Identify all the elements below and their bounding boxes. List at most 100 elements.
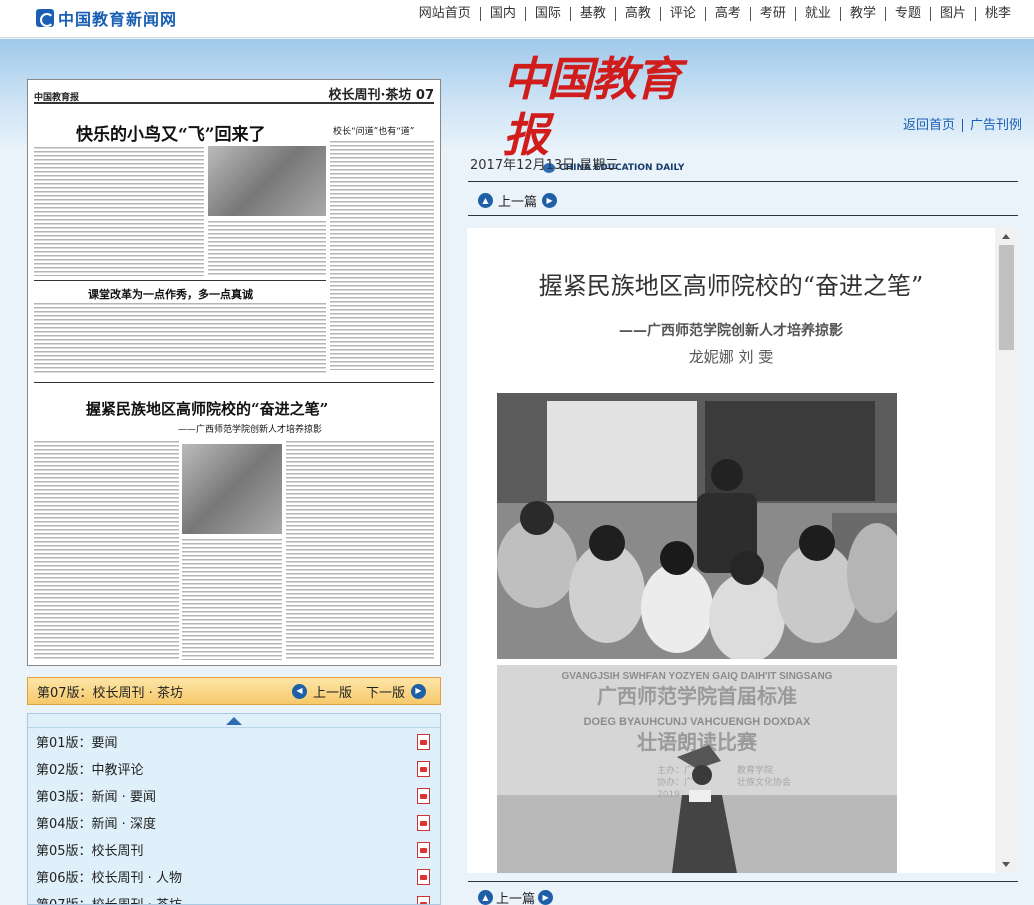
article-content: 握紧民族地区高师院校的“奋进之笔” ——广西师范学院创新人才培养掠影 龙妮娜 刘… — [467, 228, 1018, 873]
site-name: 中国教育新闻网 — [58, 10, 178, 29]
nav-item[interactable]: 桃李 — [976, 7, 1020, 21]
version-list-label[interactable]: 第07版：校长周刊 · 茶坊 — [36, 894, 417, 904]
version-list: 第01版：要闻 第02版：中教评论 第03版：新闻 · 要闻 第04版：新闻 · 深度… — [27, 713, 441, 905]
page-image-headline-1[interactable]: 快乐的小鸟又“飞”回来了 — [76, 120, 266, 145]
banner-line-8: 壮族文化协会 — [737, 776, 791, 788]
nav-item[interactable]: 专题 — [886, 7, 931, 21]
banner-line-5: 主办：广 — [657, 764, 693, 776]
nav-item[interactable]: 网站首页 — [410, 7, 481, 21]
prev-article-link-top[interactable]: ▲ 上一篇 ▶ — [478, 191, 558, 210]
main-nav: 网站首页 国内 国际 基教 高教 评论 高考 考研 就业 教学 专题 图片 桃李 — [410, 7, 1020, 21]
collapse-list-button[interactable] — [28, 714, 440, 728]
classroom-photo-drawing — [497, 393, 897, 659]
top-bar: 中国教育新闻网 网站首页 国内 国际 基教 高教 评论 高考 考研 就业 教学 专题 图片 桃李 — [0, 0, 1034, 38]
pdf-icon[interactable] — [417, 733, 430, 750]
version-list-label[interactable]: 第03版：新闻 · 要闻 — [36, 786, 417, 805]
page-image-text-block — [208, 220, 326, 276]
ad-rates-link[interactable]: 广告刊例 — [963, 119, 1029, 132]
prev-article-label: 上一篇 — [496, 892, 536, 905]
article-subtitle: ——广西师范学院创新人才培养掠影 — [619, 323, 843, 339]
pdf-icon[interactable] — [417, 841, 430, 858]
prev-version-label: 上一版 — [312, 685, 352, 701]
page-image-text-block — [34, 440, 179, 660]
arrow-right-icon: ▶ — [542, 193, 558, 208]
nav-item[interactable]: 教学 — [841, 7, 886, 21]
page-image-text-block — [34, 302, 326, 374]
page-image-rule — [34, 280, 326, 281]
version-list-item[interactable]: 第07版：校长周刊 · 茶坊 — [28, 890, 440, 904]
nav-item[interactable]: 基教 — [571, 7, 616, 21]
pdf-icon[interactable] — [417, 787, 430, 804]
version-list-label[interactable]: 第06版：校长周刊 · 人物 — [36, 867, 417, 886]
nav-item[interactable]: 国际 — [526, 7, 571, 21]
arrow-up-icon: ▲ — [478, 890, 493, 905]
scrollbar-thumb[interactable] — [999, 245, 1014, 350]
banner-line-2: 广西师范学院首届标准 — [597, 684, 797, 708]
page-image-subhead-4: ——广西师范学院创新人才培养掠影 — [178, 425, 323, 435]
version-list-item[interactable]: 第02版：中教评论 — [28, 755, 440, 782]
stage-photo-drawing: GVANGJSIH SWHFAN YOZYEN GAIQ DAIH'IT SIN… — [497, 665, 897, 873]
version-list-label[interactable]: 第01版：要闻 — [36, 732, 417, 751]
banner-line-6: 教育学院 — [737, 764, 773, 776]
prev-article-link-bottom[interactable]: ▲ 上一篇 ▶ — [478, 888, 554, 905]
divider — [468, 215, 1018, 216]
nav-item[interactable]: 就业 — [796, 7, 841, 21]
newspaper-page-image[interactable]: 中国教育报 校长周刊·茶坊 07 快乐的小鸟又“飞”回来了 校长“问道”也有“道… — [27, 79, 441, 666]
nav-item[interactable]: 高教 — [616, 7, 661, 21]
scroll-down-icon[interactable] — [1002, 862, 1010, 867]
page-image-text-block — [34, 146, 204, 276]
site-logo-icon — [36, 9, 54, 27]
page-image-photo — [182, 444, 282, 534]
version-list-item[interactable]: 第05版：校长周刊 — [28, 836, 440, 863]
issue-date: 2017年12月13日 星期三 — [470, 158, 619, 173]
version-list-item[interactable]: 第03版：新闻 · 要闻 — [28, 782, 440, 809]
version-list-item[interactable]: 第04版：新闻 · 深度 — [28, 809, 440, 836]
page-image-headline-3[interactable]: 课堂改革为一点作秀，多一点真诚 — [88, 286, 253, 302]
nav-item[interactable]: 国内 — [481, 7, 526, 21]
nav-item[interactable]: 图片 — [931, 7, 976, 21]
nav-item[interactable]: 考研 — [751, 7, 796, 21]
article-scrollbar[interactable] — [995, 228, 1018, 873]
divider — [468, 181, 1018, 182]
next-version-button[interactable]: 下一版 ▶ — [366, 682, 426, 701]
article-title: 握紧民族地区高师院校的“奋进之笔” — [538, 272, 924, 300]
banner-line-3: DOEG BYAUHCUNJ VAHCUENGH DOXDAX — [584, 716, 811, 728]
arrow-right-icon: ▶ — [538, 890, 554, 905]
version-bar: 第07版：校长周刊 · 茶坊 ◀ 上一版 下一版 ▶ — [27, 677, 441, 705]
page-image-photo — [208, 146, 326, 216]
page-image-header-left: 中国教育报 — [34, 93, 80, 103]
scroll-up-icon[interactable] — [1002, 234, 1010, 239]
article-photo-classroom — [497, 393, 897, 659]
top-links: 返回首页 广告刊例 — [896, 119, 1029, 132]
arrow-right-icon: ▶ — [411, 683, 426, 699]
version-list-item[interactable]: 第06版：校长周刊 · 人物 — [28, 863, 440, 890]
arrow-up-icon: ▲ — [478, 193, 493, 208]
page-image-rule — [34, 382, 434, 383]
version-list-label[interactable]: 第05版：校长周刊 — [36, 840, 417, 859]
pdf-icon[interactable] — [417, 868, 430, 885]
pdf-icon[interactable] — [417, 895, 430, 904]
page-image-text-block — [182, 538, 282, 660]
nav-item[interactable]: 评论 — [661, 7, 706, 21]
divider — [468, 881, 1018, 882]
article-author: 龙妮娜 刘 雯 — [688, 348, 774, 366]
page-image-header: 中国教育报 校长周刊·茶坊 07 — [34, 84, 434, 104]
prev-version-button[interactable]: ◀ 上一版 — [291, 682, 352, 701]
version-list-item[interactable]: 第01版：要闻 — [28, 728, 440, 755]
banner-line-1: GVANGJSIH SWHFAN YOZYEN GAIQ DAIH'IT SIN… — [562, 671, 833, 682]
back-home-link[interactable]: 返回首页 — [896, 119, 964, 132]
prev-article-label: 上一篇 — [498, 195, 538, 210]
page-image-text-block — [330, 140, 434, 370]
next-version-label: 下一版 — [365, 685, 405, 701]
version-list-label[interactable]: 第04版：新闻 · 深度 — [36, 813, 417, 832]
triangle-up-icon — [226, 716, 242, 725]
pdf-icon[interactable] — [417, 760, 430, 777]
site-logo[interactable]: 中国教育新闻网 — [36, 6, 177, 30]
version-list-label[interactable]: 第02版：中教评论 — [36, 759, 417, 778]
newspaper-logo: 中国教育报 CHINA EDUCATION DAILY — [503, 51, 703, 173]
page-image-headline-2[interactable]: 校长“问道”也有“道” — [333, 124, 414, 137]
article-photo-stage: GVANGJSIH SWHFAN YOZYEN GAIQ DAIH'IT SIN… — [497, 665, 897, 873]
pdf-icon[interactable] — [417, 814, 430, 831]
nav-item[interactable]: 高考 — [706, 7, 751, 21]
page-image-headline-4[interactable]: 握紧民族地区高师院校的“奋进之笔” — [86, 398, 328, 419]
